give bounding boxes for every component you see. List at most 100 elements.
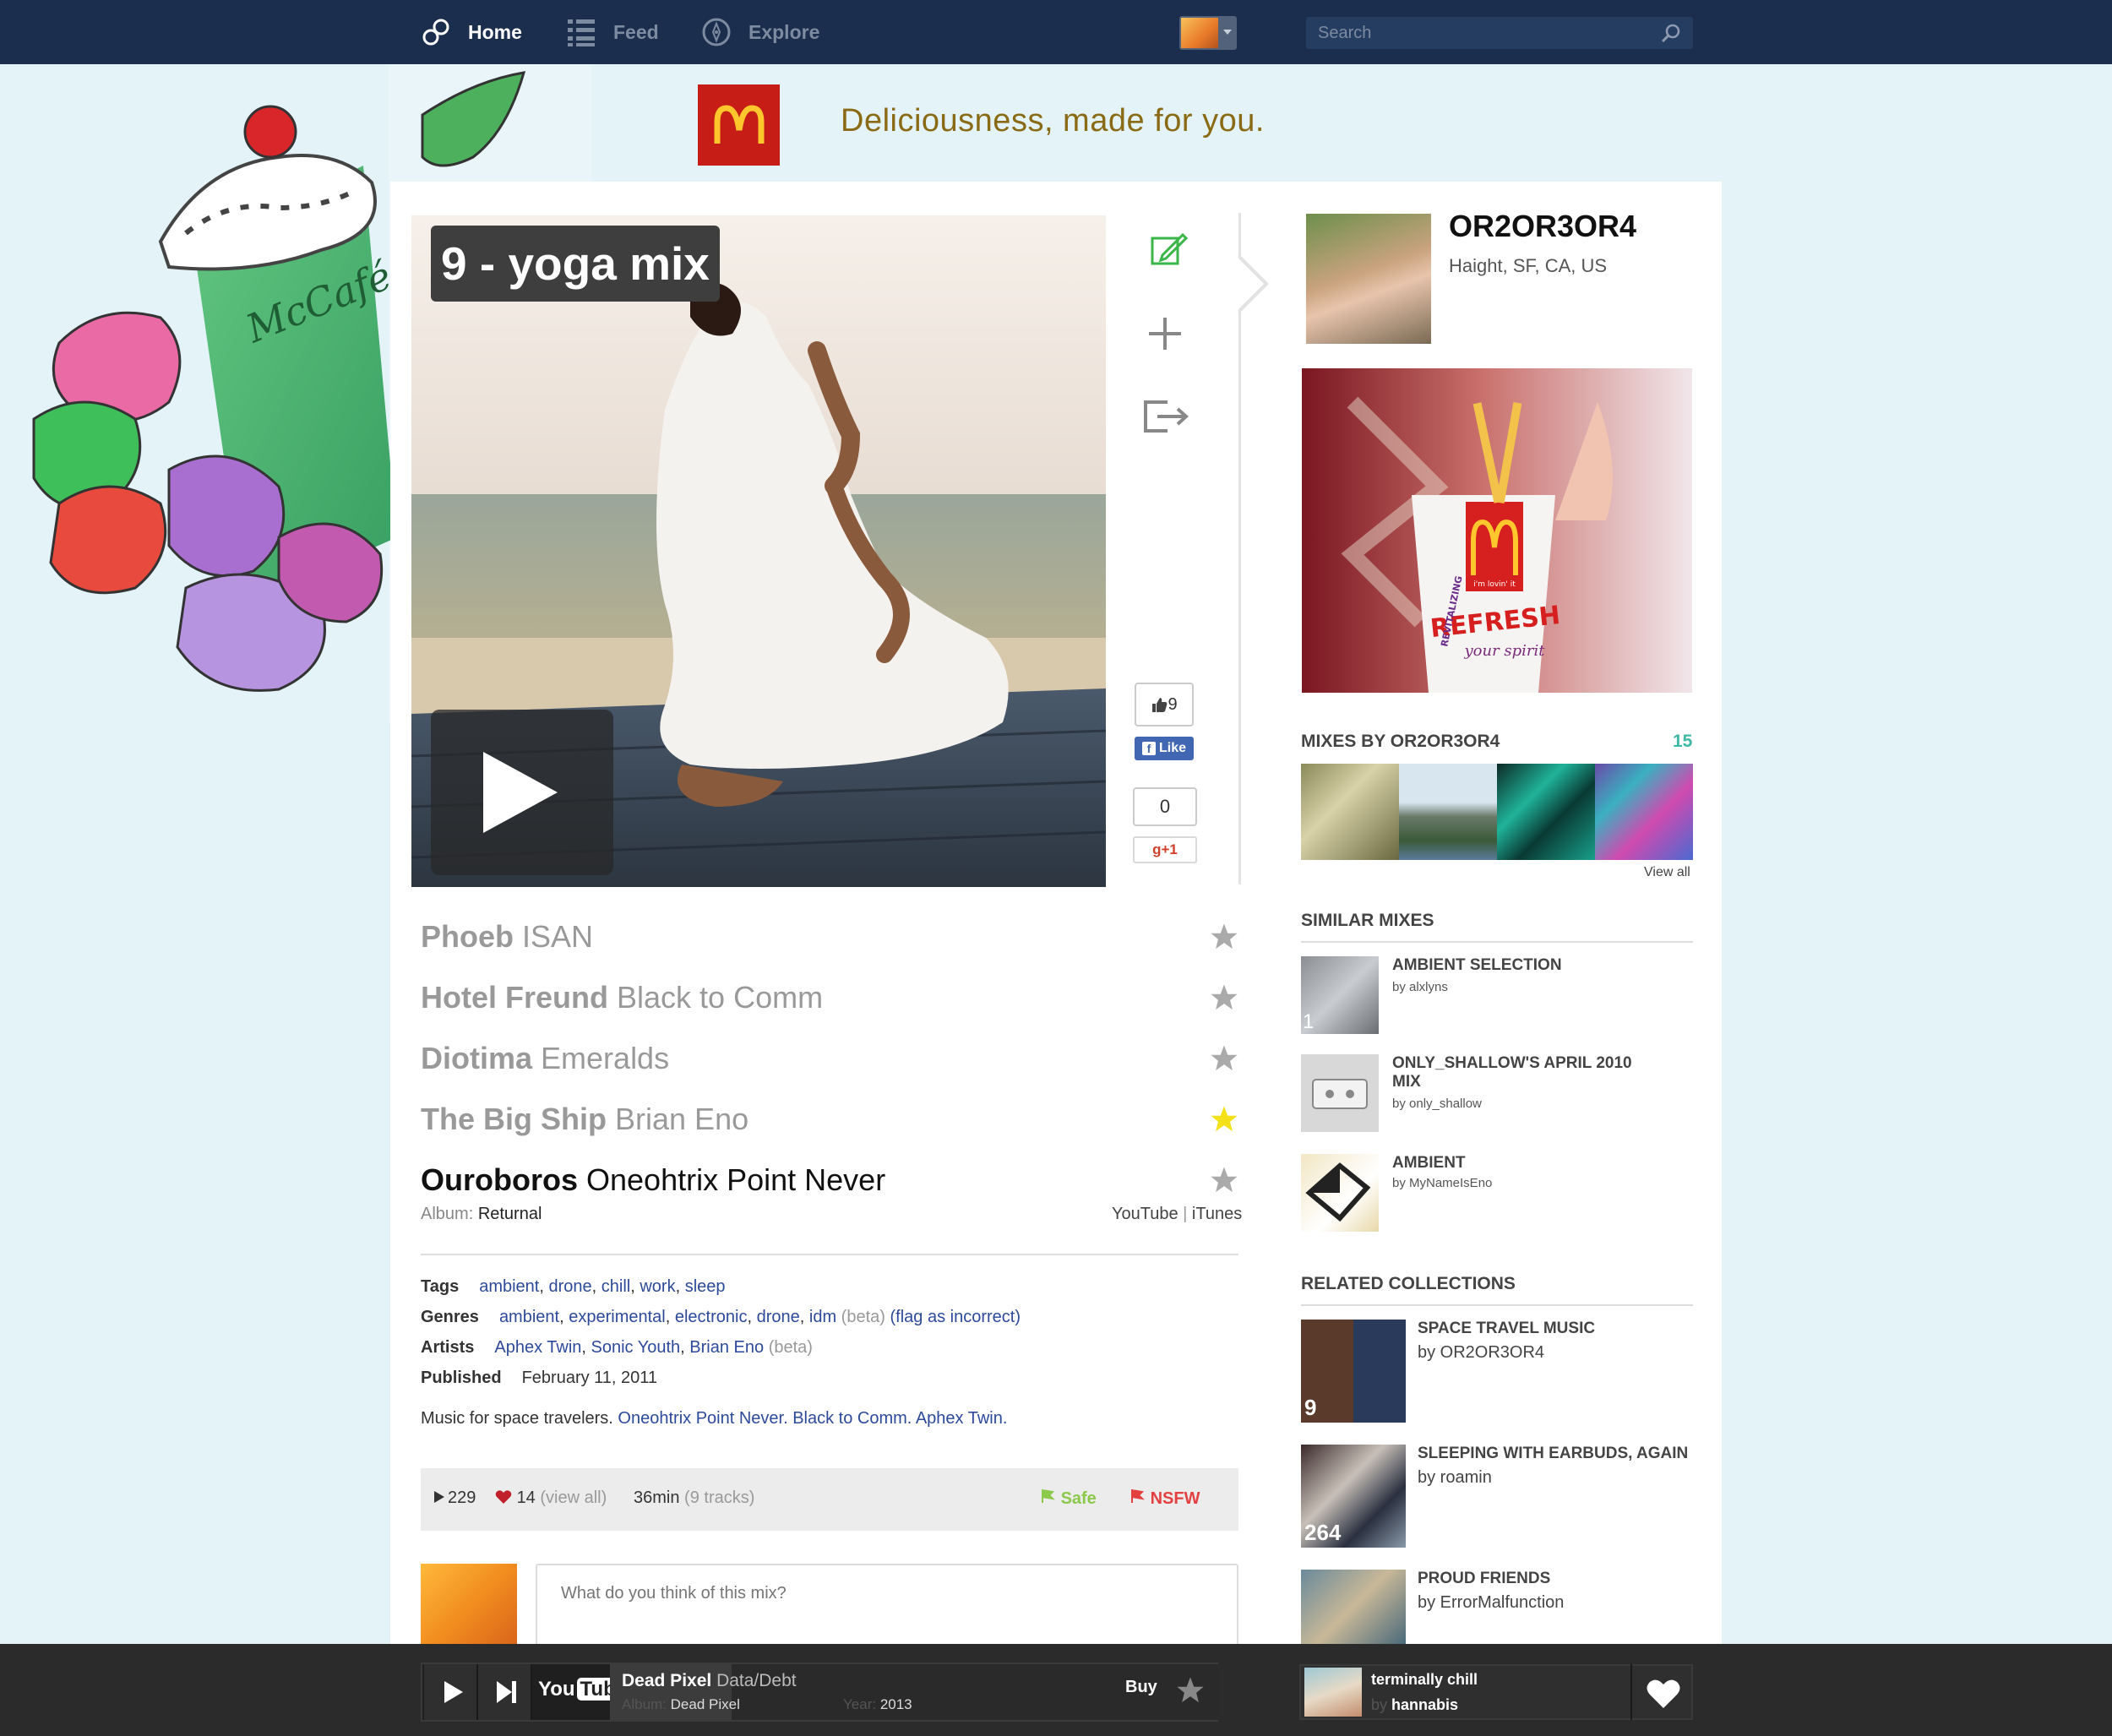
year-label: Year: — [843, 1696, 877, 1712]
album-label: Album: — [421, 1205, 474, 1223]
heart-icon — [495, 1490, 512, 1504]
collection-title[interactable]: SPACE TRAVEL MUSIC — [1418, 1320, 1595, 1338]
track-row[interactable]: The Big Ship Brian Eno — [421, 1102, 748, 1137]
plays-stat: 229 — [434, 1488, 476, 1508]
nsfw-label: NSFW — [1150, 1489, 1200, 1508]
genre-link[interactable]: electronic — [675, 1308, 748, 1326]
safe-flag-button[interactable]: Safe — [1041, 1488, 1097, 1509]
collection-title[interactable]: SLEEPING WITH EARBUDS, AGAIN — [1418, 1445, 1688, 1463]
duration-stat: 36min (9 tracks) — [634, 1488, 754, 1508]
mix-thumbnail[interactable] — [1399, 764, 1497, 860]
tags-label: Tags — [421, 1277, 460, 1296]
itunes-link[interactable]: iTunes — [1192, 1205, 1242, 1223]
user-menu-button[interactable] — [1179, 16, 1237, 50]
facebook-like-button[interactable]: f Like — [1135, 737, 1194, 760]
profile-avatar[interactable] — [1306, 214, 1431, 344]
buy-button[interactable]: Buy — [1125, 1678, 1157, 1697]
player-bar: You Tube Dead Pixel Data/Debt Album: Dead… — [0, 1644, 2112, 1736]
tag-link[interactable]: ambient — [479, 1277, 539, 1296]
mix-thumbnail[interactable] — [1301, 764, 1399, 860]
current-mix-thumbnail[interactable] — [1304, 1668, 1362, 1717]
current-mix-author[interactable]: by hannabis — [1371, 1696, 1458, 1714]
add-icon[interactable] — [1146, 314, 1184, 353]
star-icon[interactable] — [1210, 1166, 1238, 1195]
heart-icon — [1647, 1679, 1680, 1708]
similar-mix-author[interactable]: by alxlyns — [1392, 980, 1448, 994]
nav-home[interactable]: Home — [421, 15, 522, 49]
star-icon[interactable] — [1210, 1044, 1238, 1073]
mix-thumbnail[interactable] — [1595, 764, 1693, 860]
search-input[interactable] — [1306, 17, 1693, 49]
tag-link[interactable]: chill — [601, 1277, 630, 1296]
star-icon[interactable] — [1210, 922, 1238, 951]
similar-mix-title[interactable]: AMBIENT — [1392, 1154, 1663, 1173]
album-name: Dead Pixel — [670, 1696, 740, 1712]
similar-mix-author[interactable]: by only_shallow — [1392, 1097, 1482, 1111]
tag-link[interactable]: work — [640, 1277, 675, 1296]
search-icon[interactable] — [1661, 23, 1681, 43]
star-icon[interactable] — [1176, 1676, 1205, 1705]
current-mix-title[interactable]: terminally chill — [1371, 1671, 1478, 1689]
flag-incorrect-link[interactable]: (flag as incorrect) — [890, 1308, 1021, 1326]
mix-thumbnail[interactable] — [1497, 764, 1595, 860]
collection-thumbnail[interactable]: 264 — [1301, 1445, 1406, 1548]
edit-icon[interactable] — [1149, 230, 1188, 269]
play-mix-button[interactable] — [431, 710, 613, 875]
track-artist: Emeralds — [541, 1041, 670, 1075]
play-button[interactable] — [424, 1664, 478, 1720]
similar-mix-author[interactable]: by MyNameIsEno — [1392, 1176, 1492, 1190]
genre-link[interactable]: drone — [757, 1308, 800, 1326]
ad-image[interactable]: i'm lovin' it REFRESH your spirit REVITA… — [1302, 368, 1692, 693]
similar-mix-thumbnail[interactable]: 1 — [1301, 956, 1379, 1034]
description-link[interactable]: Aphex Twin. — [916, 1409, 1008, 1428]
collection-author[interactable]: by ErrorMalfunction — [1418, 1593, 1564, 1613]
similar-mix-thumbnail[interactable] — [1301, 1154, 1379, 1232]
nav-explore[interactable]: Explore — [701, 15, 819, 49]
profile-name[interactable]: OR2OR3OR4 — [1449, 209, 1636, 244]
artist-link[interactable]: Brian Eno — [689, 1338, 764, 1357]
genre-link[interactable]: experimental — [569, 1308, 666, 1326]
like-mix-button[interactable] — [1630, 1664, 1693, 1720]
safe-label: Safe — [1060, 1489, 1097, 1508]
comment-input[interactable] — [536, 1564, 1238, 1657]
track-row[interactable]: Phoeb ISAN — [421, 919, 593, 955]
artist-link[interactable]: Sonic Youth — [591, 1338, 681, 1357]
beta-badge: (beta) — [841, 1308, 885, 1326]
mcdonalds-logo[interactable] — [698, 84, 780, 166]
similar-mix-title[interactable]: ONLY_SHALLOW'S APRIL 2010 MIX — [1392, 1054, 1663, 1091]
youtube-logo-you: You — [538, 1678, 575, 1701]
similar-mix-title[interactable]: AMBIENT SELECTION — [1392, 956, 1663, 975]
like-count-button[interactable]: 9 — [1135, 683, 1194, 727]
collection-author[interactable]: by roamin — [1418, 1468, 1492, 1488]
track-row[interactable]: Diotima Emeralds — [421, 1041, 669, 1076]
next-track-button[interactable] — [478, 1664, 532, 1720]
gplus-button[interactable]: g+1 — [1133, 836, 1197, 863]
nav-feed[interactable]: Feed — [566, 15, 659, 49]
track-row-current[interactable]: Ouroboros Oneohtrix Point Never — [421, 1162, 885, 1198]
collection-thumbnail[interactable] — [1301, 1570, 1406, 1644]
star-icon-active[interactable] — [1210, 1105, 1238, 1134]
tag-link[interactable]: drone — [548, 1277, 591, 1296]
similar-mix-thumbnail[interactable] — [1301, 1054, 1379, 1132]
facebook-icon: f — [1141, 742, 1156, 755]
mixes-count[interactable]: 15 — [1673, 732, 1692, 752]
track-row[interactable]: Hotel Freund Black to Comm — [421, 980, 823, 1015]
description-link[interactable]: Black to Comm. — [792, 1409, 912, 1428]
view-all-likes-link[interactable]: (view all) — [540, 1488, 607, 1507]
nsfw-flag-button[interactable]: NSFW — [1130, 1488, 1200, 1509]
collection-thumbnail[interactable]: 9 — [1301, 1320, 1406, 1423]
star-icon[interactable] — [1210, 983, 1238, 1012]
tag-link[interactable]: sleep — [685, 1277, 726, 1296]
share-icon[interactable] — [1142, 397, 1191, 436]
description-link[interactable]: Oneohtrix Point Never. — [618, 1409, 787, 1428]
artist-link[interactable]: Aphex Twin — [494, 1338, 581, 1357]
genre-link[interactable]: idm — [809, 1308, 836, 1326]
track-title: Phoeb — [421, 919, 514, 954]
view-all-mixes-link[interactable]: View all — [1644, 865, 1690, 880]
genre-link[interactable]: ambient — [499, 1308, 559, 1326]
ad-tagline[interactable]: Deliciousness, made for you. — [841, 103, 1265, 139]
author-name: hannabis — [1391, 1696, 1459, 1713]
collection-title[interactable]: PROUD FRIENDS — [1418, 1570, 1550, 1588]
youtube-link[interactable]: YouTube — [1112, 1205, 1178, 1223]
collection-author[interactable]: by OR2OR3OR4 — [1418, 1343, 1544, 1363]
